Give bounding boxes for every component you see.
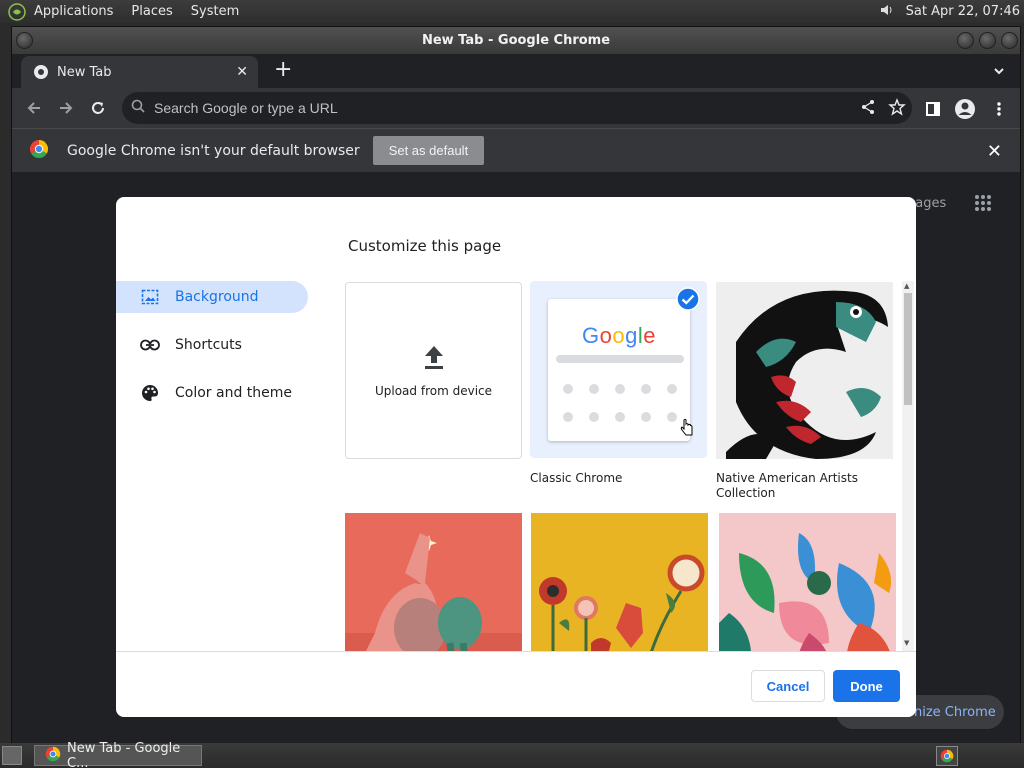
scroll-down-icon[interactable]: ▼ <box>904 639 909 647</box>
grid-scrollbar[interactable]: ▲ ▼ <box>902 281 914 651</box>
menu-applications[interactable]: Applications <box>34 4 113 19</box>
sidebar-item-label: Shortcuts <box>175 337 242 353</box>
link-icon <box>140 335 160 355</box>
chrome-favicon-icon <box>33 64 49 80</box>
tab-label: New Tab <box>57 64 112 80</box>
hand-cursor-icon <box>680 419 694 441</box>
reload-button[interactable] <box>88 98 108 118</box>
bottom-taskbar: New Tab - Google C... <box>0 741 1024 768</box>
background-grid: Upload from device Google Classic Chrome… <box>344 281 904 651</box>
cancel-button[interactable]: Cancel <box>751 670 825 702</box>
classic-chrome-preview: Google <box>548 299 690 441</box>
system-top-panel: Applications Places System Sat Apr 22, 0… <box>0 0 1024 23</box>
address-input[interactable] <box>154 100 754 116</box>
browser-toolbar <box>12 88 1020 128</box>
shortcut-dots <box>563 384 677 422</box>
classic-chrome-label: Classic Chrome <box>530 471 623 485</box>
women-artwork <box>345 513 522 651</box>
tray-chrome-icon[interactable] <box>936 746 958 766</box>
address-bar[interactable] <box>122 92 912 124</box>
taskbar-task-label: New Tab - Google C... <box>67 740 181 768</box>
clock[interactable]: Sat Apr 22, 07:46 <box>906 4 1020 19</box>
show-desktop-button[interactable] <box>2 746 22 765</box>
volume-icon[interactable] <box>878 1 896 23</box>
minimize-button[interactable] <box>957 32 974 49</box>
share-icon[interactable] <box>860 99 876 119</box>
menu-places[interactable]: Places <box>131 4 172 19</box>
done-button[interactable]: Done <box>833 670 900 702</box>
new-tab-button[interactable]: + <box>274 59 292 81</box>
scroll-up-icon[interactable]: ▲ <box>904 282 909 290</box>
window-titlebar[interactable]: New Tab - Google Chrome <box>12 27 1020 54</box>
dialog-footer: Cancel Done <box>116 651 916 717</box>
tab-new-tab[interactable]: New Tab ✕ <box>21 56 258 88</box>
dialog-title: Customize this page <box>348 237 502 255</box>
background-tile-flowers[interactable] <box>531 513 708 651</box>
leaves-artwork <box>719 513 896 651</box>
forward-button[interactable] <box>56 98 76 118</box>
customize-dialog: Customize this page Background Shortcuts… <box>116 197 916 717</box>
sidebar-item-label: Background <box>175 289 259 305</box>
sidebar-item-color-theme[interactable]: Color and theme <box>116 377 308 409</box>
background-tile-leaves[interactable] <box>719 513 896 651</box>
window-menu-button[interactable] <box>16 32 33 49</box>
scrollbar-thumb[interactable] <box>904 293 912 405</box>
chrome-taskbar-icon <box>45 746 61 766</box>
maximize-button[interactable] <box>979 32 996 49</box>
customize-sidebar: Background Shortcuts Color and theme <box>116 281 316 425</box>
native-american-artists-label: Native American Artists Collection <box>716 471 858 500</box>
selected-check-icon <box>676 287 700 315</box>
side-panel-icon[interactable] <box>922 98 944 120</box>
set-default-button[interactable]: Set as default <box>372 136 485 165</box>
bookmark-star-icon[interactable] <box>888 98 906 120</box>
customize-chrome-label: nize Chrome <box>914 704 996 720</box>
close-tab-icon[interactable]: ✕ <box>236 64 248 80</box>
upload-icon <box>423 344 445 374</box>
apps-grid-icon[interactable] <box>974 194 992 216</box>
sidebar-item-background[interactable]: Background <box>116 281 308 313</box>
flowers-artwork <box>531 513 708 651</box>
native-american-artists-tile[interactable] <box>716 282 893 459</box>
window-title: New Tab - Google Chrome <box>421 33 611 48</box>
profile-avatar-icon[interactable] <box>954 98 976 120</box>
search-icon <box>130 98 146 118</box>
more-menu-icon[interactable] <box>988 98 1010 120</box>
taskbar-chrome-window[interactable]: New Tab - Google C... <box>34 741 202 768</box>
distro-logo-icon[interactable] <box>6 1 28 23</box>
tab-search-chevron-icon[interactable] <box>992 63 1006 82</box>
sidebar-item-shortcuts[interactable]: Shortcuts <box>116 329 308 361</box>
tab-strip: New Tab ✕ + <box>12 54 1020 88</box>
upload-label: Upload from device <box>374 383 493 398</box>
chrome-logo-icon <box>29 139 49 163</box>
background-tile-women[interactable] <box>345 513 522 651</box>
sidebar-item-label: Color and theme <box>175 385 293 401</box>
orca-artwork <box>716 282 893 459</box>
close-infobar-icon[interactable]: ✕ <box>987 141 1002 162</box>
search-bar-mock <box>556 355 684 363</box>
back-button[interactable] <box>24 98 44 118</box>
infobar-message: Google Chrome isn't your default browser <box>67 142 360 159</box>
palette-icon <box>140 383 160 403</box>
google-logo: Google <box>581 323 656 348</box>
menu-system[interactable]: System <box>191 4 239 19</box>
classic-chrome-tile[interactable]: Google <box>530 281 707 458</box>
image-icon <box>140 287 160 307</box>
upload-from-device-tile[interactable]: Upload from device <box>345 282 522 459</box>
close-window-button[interactable] <box>1001 32 1018 49</box>
default-browser-infobar: Google Chrome isn't your default browser… <box>12 128 1020 172</box>
